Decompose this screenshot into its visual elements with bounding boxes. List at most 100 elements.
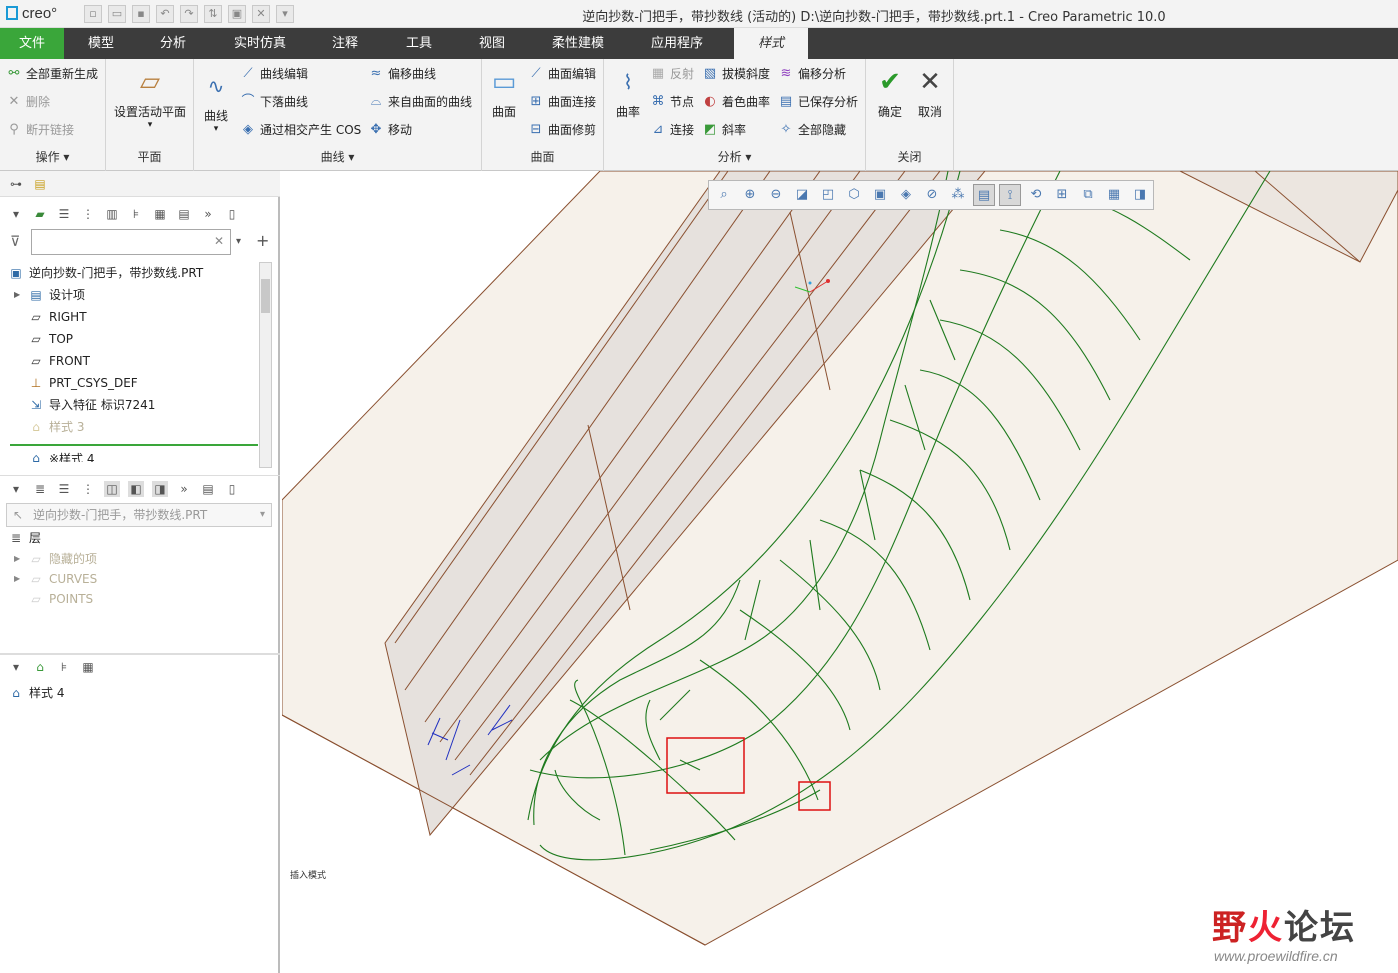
curvature-button[interactable]: ⌇ 曲率 [608, 65, 648, 120]
regenerate-icon[interactable]: ⇅ [204, 5, 222, 23]
group-label[interactable]: 分析 ▾ [604, 148, 865, 165]
connection-button[interactable]: ⊿ 连接 [650, 121, 694, 138]
curve-edit-button[interactable]: ⟋ 曲线编辑 [240, 65, 308, 82]
reflection-button[interactable]: ▦ 反射 [650, 65, 694, 82]
tree-item-style-4[interactable]: ⌂ ※样式 4 [0, 450, 94, 462]
more-icon[interactable]: » [200, 206, 216, 222]
node-button[interactable]: ⌘ 节点 [650, 93, 695, 110]
layer-show-icon[interactable]: ◫ [104, 480, 120, 497]
tab-flexible-modeling[interactable]: 柔性建模 [540, 28, 616, 59]
repaint-icon[interactable]: ◪ [791, 184, 813, 206]
undo-icon[interactable]: ↶ [156, 5, 174, 23]
tab-style[interactable]: 样式 [734, 28, 808, 59]
layer-isolate-icon[interactable]: ◨ [152, 480, 168, 497]
cancel-button[interactable]: ✕ 取消 [912, 65, 948, 120]
tree-filter-icon[interactable]: ⊧ [56, 659, 72, 675]
tab-model[interactable]: 模型 [70, 28, 132, 59]
scrollbar-thumb[interactable] [261, 279, 270, 313]
refit-icon[interactable]: ⌕ [713, 184, 735, 206]
slope-button[interactable]: ◩ 斜率 [702, 121, 746, 138]
folder-browser-tab-icon[interactable]: ▤ [32, 176, 48, 192]
tree-item-csys[interactable]: ⊥ PRT_CSYS_DEF [0, 372, 262, 394]
perspective-icon[interactable]: ◈ [895, 184, 917, 206]
tree-item-design-items[interactable]: ▶ ▤ 设计项 [0, 284, 262, 306]
settings-icon[interactable]: ▦ [152, 206, 168, 222]
section-icon[interactable]: ⊘ [921, 184, 943, 206]
curve-button[interactable]: ∿ 曲线 ▾ [198, 69, 234, 134]
expand-arrow-icon[interactable]: ▶ [14, 548, 28, 570]
zoom-out-icon[interactable]: ⊖ [765, 184, 787, 206]
offset-curve-button[interactable]: ≈ 偏移曲线 [368, 65, 436, 82]
insert-indicator[interactable] [10, 444, 258, 446]
split-view-icon[interactable]: ▦ [1103, 184, 1125, 206]
model-tree-scrollbar[interactable] [259, 262, 272, 468]
customize-qat-icon[interactable]: ▾ [276, 5, 294, 23]
group-label[interactable]: 操作 ▾ [0, 148, 105, 165]
layer-item-curves[interactable]: ▶ ▱ CURVES [0, 569, 262, 589]
model-tree-icon[interactable]: ▰ [32, 206, 48, 222]
more-icon[interactable]: » [176, 481, 192, 497]
tab-annotate[interactable]: 注释 [316, 28, 374, 59]
hide-all-button[interactable]: ✧ 全部隐藏 [778, 121, 846, 138]
save-icon[interactable]: ▪ [132, 5, 150, 23]
surface-connect-button[interactable]: ⊞ 曲面连接 [528, 93, 596, 110]
tab-view[interactable]: 视图 [466, 28, 518, 59]
view-manager-icon[interactable]: ▣ [869, 184, 891, 206]
intersect-cos-button[interactable]: ◈ 通过相交产生 COS [240, 121, 361, 138]
collapse-all-icon[interactable]: ⋮ [80, 206, 96, 222]
plane-display-icon[interactable]: ▤ [973, 184, 995, 206]
collapse-arrow-icon[interactable]: ▾ [8, 659, 24, 675]
break-link-button[interactable]: ⚲ 断开链接 [6, 121, 74, 138]
surface-trim-button[interactable]: ⊟ 曲面修剪 [528, 121, 596, 138]
new-file-icon[interactable]: ▫ [84, 5, 102, 23]
filter-dropdown-icon[interactable]: ▾ [236, 236, 241, 247]
ok-button[interactable]: ✔ 确定 [872, 65, 908, 120]
graphics-window[interactable] [282, 171, 1398, 973]
axis-display-icon[interactable]: ⟟ [999, 184, 1021, 206]
open-file-icon[interactable]: ▭ [108, 5, 126, 23]
expand-all-icon[interactable]: ☰ [56, 481, 72, 497]
regenerate-all-button[interactable]: ⚯ 全部重新生成 [6, 65, 98, 82]
active-plane-view-icon[interactable]: ◨ [1129, 184, 1151, 206]
tree-item-front[interactable]: ▱ FRONT [0, 350, 262, 372]
saved-analysis-button[interactable]: ▤ 已保存分析 [778, 93, 858, 110]
layer-hide-icon[interactable]: ◧ [128, 480, 144, 497]
tree-item-import-feature[interactable]: ⇲ 导入特征 标识7241 [0, 394, 262, 416]
grid-icon[interactable]: ⊞ [1051, 184, 1073, 206]
show-icon[interactable]: ▤ [176, 206, 192, 222]
layer-root[interactable]: ≣ 层 [0, 527, 262, 549]
model-tree-tab-icon[interactable]: ⊶ [8, 176, 24, 192]
annotation-display-icon[interactable]: ⁂ [947, 184, 969, 206]
collapse-all-icon[interactable]: ⋮ [80, 481, 96, 497]
search-filter-input[interactable]: ✕ [31, 229, 231, 255]
surface-edit-button[interactable]: ⟋ 曲面编辑 [528, 65, 596, 82]
tab-tools[interactable]: 工具 [392, 28, 446, 59]
expand-arrow-icon[interactable]: ▶ [14, 284, 28, 306]
zoom-in-icon[interactable]: ⊕ [739, 184, 761, 206]
expand-arrow-icon[interactable]: ▶ [14, 568, 28, 590]
layer-item-points[interactable]: ▱ POINTS [0, 589, 262, 609]
tab-analysis[interactable]: 分析 [142, 28, 204, 59]
tree-item-part[interactable]: ▣ 逆向抄数-门把手，带抄数线.PRT [0, 262, 262, 284]
settings-icon[interactable]: ▦ [80, 659, 96, 675]
notes-icon[interactable]: ▯ [224, 481, 240, 497]
delete-button[interactable]: ✕ 删除 [6, 93, 50, 110]
notes-icon[interactable]: ▯ [224, 206, 240, 222]
add-filter-icon[interactable]: + [256, 231, 269, 250]
draft-button[interactable]: ▧ 拔模斜度 [702, 65, 770, 82]
window-icon[interactable]: ▣ [228, 5, 246, 23]
style-tree-item[interactable]: ⌂ 样式 4 [0, 682, 262, 704]
saved-orientations-icon[interactable]: ⬡ [843, 184, 865, 206]
curve-from-surface-button[interactable]: ⌓ 来自曲面的曲线 [368, 93, 472, 110]
layer-model-select[interactable]: ↖ 逆向抄数-门把手，带抄数线.PRT ▾ [6, 503, 272, 527]
drop-curve-button[interactable]: ⌒ 下落曲线 [240, 93, 308, 110]
spin-center-icon[interactable]: ⟲ [1025, 184, 1047, 206]
layer-item-hidden[interactable]: ▶ ▱ 隐藏的项 [0, 549, 262, 569]
surface-button[interactable]: ▭ 曲面 [486, 65, 522, 120]
tab-file[interactable]: 文件 [0, 28, 64, 59]
group-label[interactable]: 曲线 ▾ [194, 148, 481, 165]
shaded-curvature-button[interactable]: ◐ 着色曲率 [702, 93, 770, 110]
redo-icon[interactable]: ↷ [180, 5, 198, 23]
layer-props-icon[interactable]: ▤ [200, 481, 216, 497]
tree-item-right[interactable]: ▱ RIGHT [0, 306, 262, 328]
